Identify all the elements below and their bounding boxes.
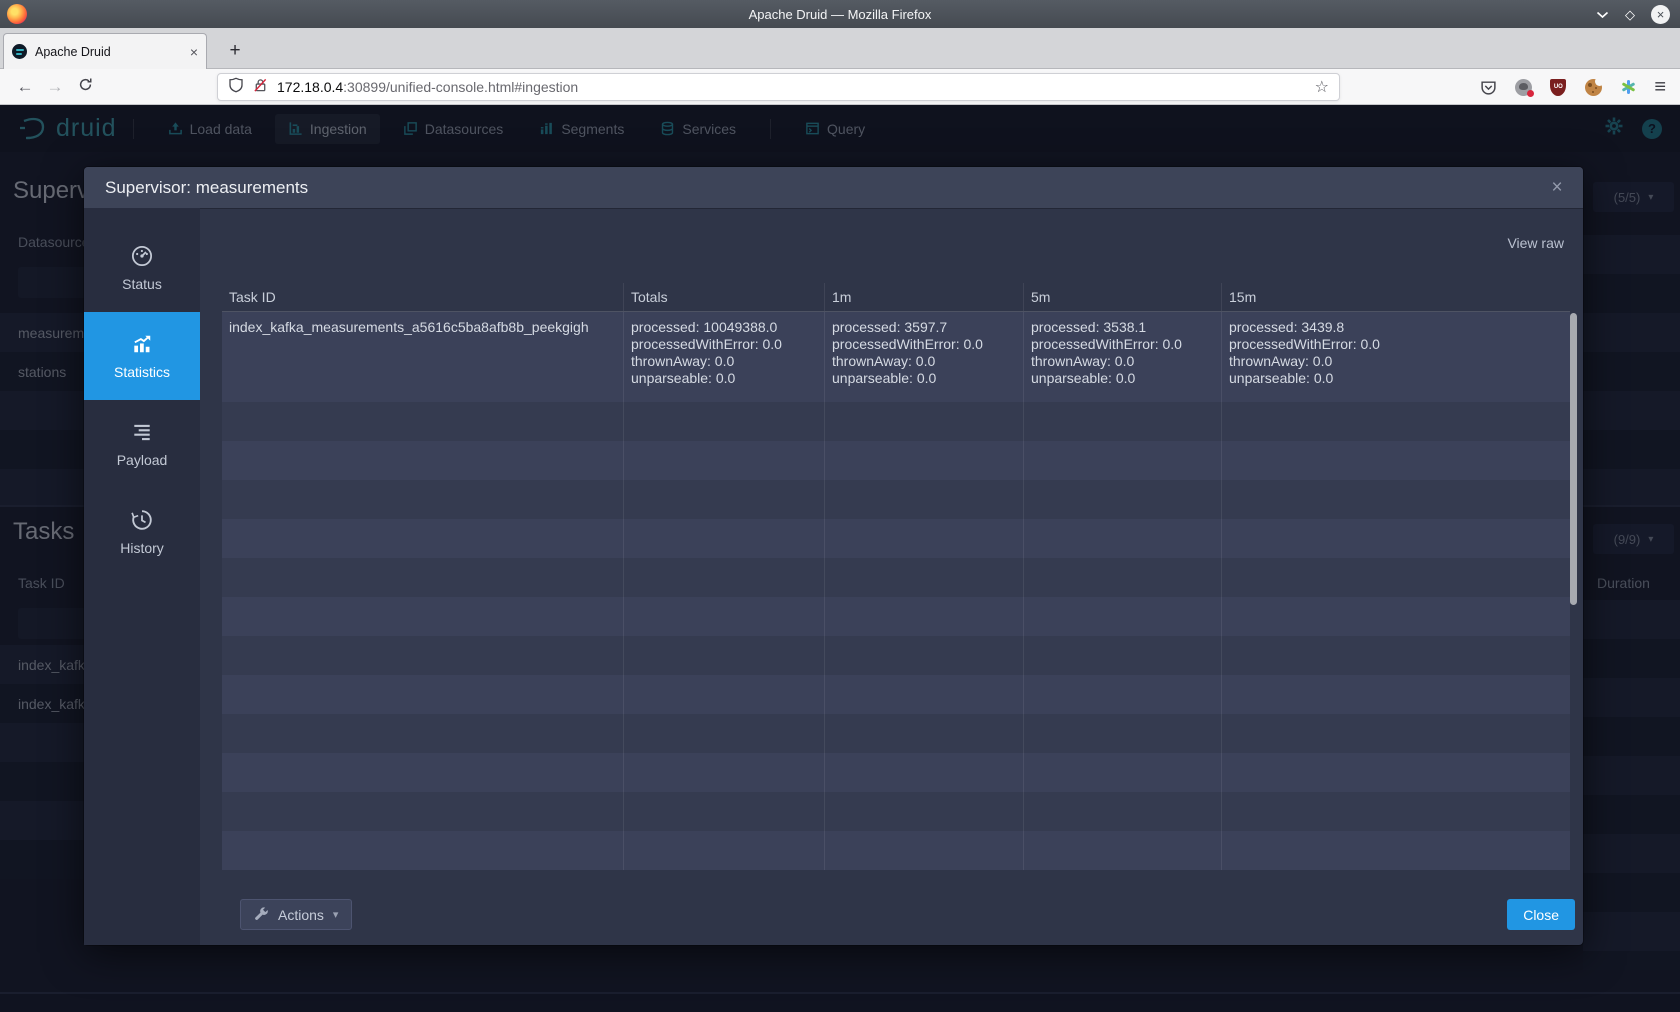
druid-console: druid Load data Ingestion Datasources Se… [0,105,1680,1012]
history-clock-icon [131,509,153,531]
cookie-extension-icon[interactable] [1584,78,1602,96]
table-row: index_kafka_measurements_a5616c5ba8afb8b… [222,312,1570,402]
tab-label: Statistics [114,364,170,380]
browser-toolbar: ← → 172.18.0.4:30899/unified-console.htm… [0,69,1680,105]
window-title: Apache Druid — Mozilla Firefox [0,7,1680,22]
status-gauge-icon [131,245,153,267]
insecure-lock-icon[interactable] [253,77,268,98]
dialog-title: Supervisor: measurements [105,178,308,198]
table-row [222,675,1570,714]
url-bar[interactable]: 172.18.0.4:30899/unified-console.html#in… [217,73,1340,101]
view-raw-link[interactable]: View raw [1507,235,1564,251]
bookmark-star-icon[interactable]: ☆ [1315,77,1329,97]
column-header-1m: 1m [824,283,1023,311]
tab-status[interactable]: Status [84,224,200,312]
tab-statistics[interactable]: Statistics [84,312,200,400]
reload-button[interactable] [70,77,100,97]
table-row [222,636,1570,675]
url-host: 172.18.0.4 [277,79,343,95]
supervisor-dialog: Supervisor: measurements × Status Statis… [84,167,1583,945]
dialog-close-icon[interactable]: × [1545,176,1569,200]
firefox-logo-icon [7,4,27,24]
pocket-icon[interactable] [1479,78,1497,96]
window-minimize-icon[interactable] [1596,8,1609,21]
task-id-cell: index_kafka_measurements_a5616c5ba8afb8b… [222,312,623,402]
table-row [222,480,1570,519]
table-header-row: Task ID Totals 1m 5m 15m [222,283,1570,312]
url-path: :30899/unified-console.html#ingestion [343,79,578,95]
table-row [222,402,1570,441]
dialog-side-tabs: Status Statistics Payload [84,208,200,945]
column-header-15m: 15m [1221,283,1570,311]
one-minute-cell: processed: 3597.7processedWithError: 0.0… [824,312,1023,402]
tab-label: Status [122,276,162,292]
statistics-chart-icon [131,333,153,355]
statistics-panel: View raw Task ID Totals 1m 5m 15m index_… [200,208,1583,945]
dialog-footer: Actions ▾ Close [200,891,1583,945]
actions-button[interactable]: Actions ▾ [240,899,352,930]
table-row [222,558,1570,597]
asterisk-extension-icon[interactable] [1619,78,1637,96]
ublock-origin-icon[interactable]: UO [1549,78,1567,96]
druid-favicon-icon [12,44,27,59]
tab-title: Apache Druid [35,45,182,59]
column-header-task-id: Task ID [222,283,623,311]
stats-table-empty-rows [222,402,1577,870]
column-header-totals: Totals [623,283,824,311]
window-close-icon[interactable]: × [1651,5,1670,24]
menu-icon[interactable]: ≡ [1654,76,1666,99]
forward-button[interactable]: → [40,77,70,97]
statistics-table: Task ID Totals 1m 5m 15m index_kafka_mea… [222,283,1577,870]
table-row [222,441,1570,480]
tab-label: Payload [117,452,168,468]
column-header-5m: 5m [1023,283,1221,311]
table-scrollbar[interactable] [1570,313,1577,605]
table-row [222,831,1570,870]
table-row [222,714,1570,753]
payload-lines-icon [131,421,153,443]
table-row [222,792,1570,831]
chevron-down-icon: ▾ [333,908,339,921]
fifteen-minute-cell: processed: 3439.8processedWithError: 0.0… [1221,312,1570,402]
tab-payload[interactable]: Payload [84,400,200,488]
extension-privacy-icon[interactable] [1514,78,1532,96]
table-row [222,519,1570,558]
table-row [222,597,1570,636]
shield-icon[interactable] [228,77,244,98]
tab-history[interactable]: History [84,488,200,576]
dialog-header: Supervisor: measurements × [84,167,1583,208]
wrench-icon [254,906,269,924]
totals-cell: processed: 10049388.0processedWithError:… [623,312,824,402]
tab-close-icon[interactable]: × [190,44,198,60]
new-tab-button[interactable]: + [221,37,249,65]
window-titlebar: Apache Druid — Mozilla Firefox ◇ × [0,0,1680,28]
window-maximize-icon[interactable]: ◇ [1625,8,1635,21]
browser-tab[interactable]: Apache Druid × [3,33,207,69]
url-text[interactable]: 172.18.0.4:30899/unified-console.html#in… [277,79,1306,95]
back-button[interactable]: ← [10,77,40,97]
close-button[interactable]: Close [1507,899,1575,930]
tab-label: History [120,540,164,556]
actions-label: Actions [278,907,324,923]
five-minute-cell: processed: 3538.1processedWithError: 0.0… [1023,312,1221,402]
close-label: Close [1523,907,1559,923]
screen: Apache Druid — Mozilla Firefox ◇ × Apach… [0,0,1680,1012]
tab-bar: Apache Druid × + [0,28,1680,69]
table-row [222,753,1570,792]
